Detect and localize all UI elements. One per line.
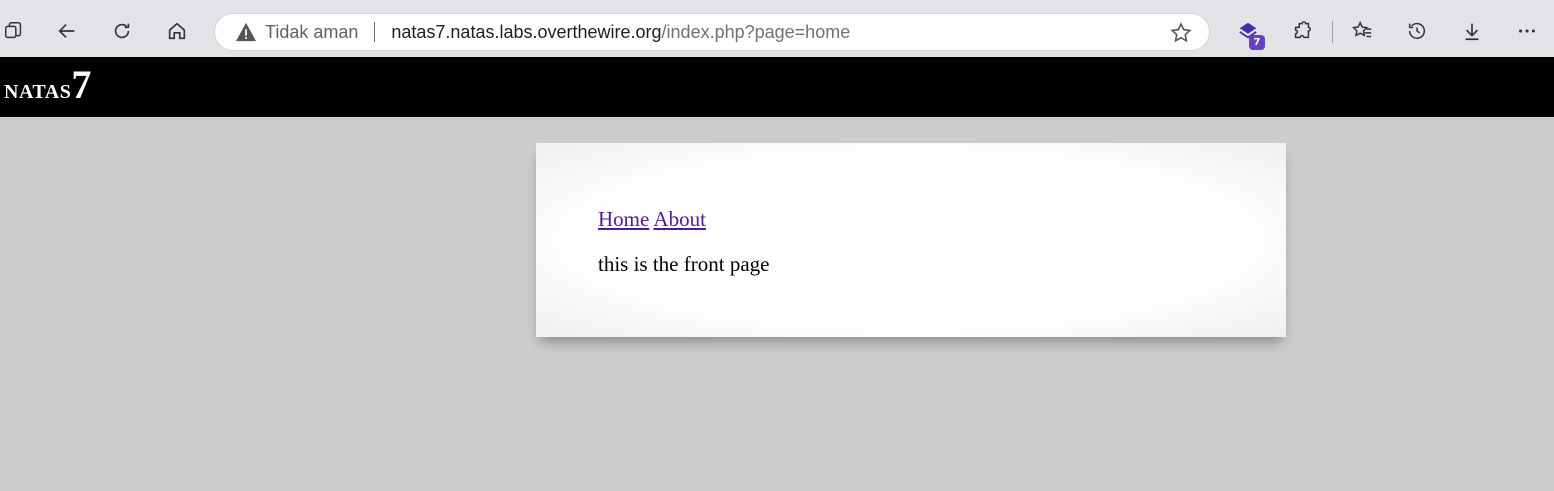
address-bar[interactable]: Tidak aman natas7.natas.labs.overthewire… bbox=[214, 13, 1210, 51]
extension-badge: 7 bbox=[1249, 35, 1265, 50]
url-path[interactable]: /index.php?page=home bbox=[662, 22, 851, 43]
downloads-icon[interactable] bbox=[1454, 13, 1490, 49]
refresh-icon[interactable] bbox=[104, 13, 140, 49]
home-link[interactable]: Home bbox=[598, 207, 649, 231]
address-separator bbox=[374, 22, 376, 42]
front-page-text: this is the front page bbox=[598, 252, 770, 276]
extensions-icon[interactable] bbox=[1284, 13, 1320, 49]
about-link[interactable]: About bbox=[653, 207, 706, 231]
site-title: natas7 bbox=[4, 65, 91, 105]
site-title-number: 7 bbox=[71, 62, 92, 107]
site-header: natas7 bbox=[0, 57, 1554, 117]
site-title-name: natas bbox=[4, 74, 72, 105]
toolbar-divider bbox=[1332, 21, 1333, 43]
warning-icon[interactable] bbox=[235, 22, 257, 42]
security-label[interactable]: Tidak aman bbox=[265, 22, 358, 43]
tabs-icon[interactable] bbox=[0, 13, 32, 49]
favorite-star-icon[interactable] bbox=[1169, 21, 1193, 45]
url-host[interactable]: natas7.natas.labs.overthewire.org bbox=[391, 22, 661, 43]
nav-links: Home About bbox=[598, 207, 706, 232]
back-icon[interactable] bbox=[49, 13, 85, 49]
history-icon[interactable] bbox=[1399, 13, 1435, 49]
home-icon[interactable] bbox=[159, 13, 195, 49]
browser-toolbar: Tidak aman natas7.natas.labs.overthewire… bbox=[0, 0, 1554, 57]
favorites-icon[interactable] bbox=[1344, 13, 1380, 49]
more-icon[interactable] bbox=[1509, 13, 1545, 49]
content-panel: Home About this is the front page bbox=[536, 143, 1286, 337]
